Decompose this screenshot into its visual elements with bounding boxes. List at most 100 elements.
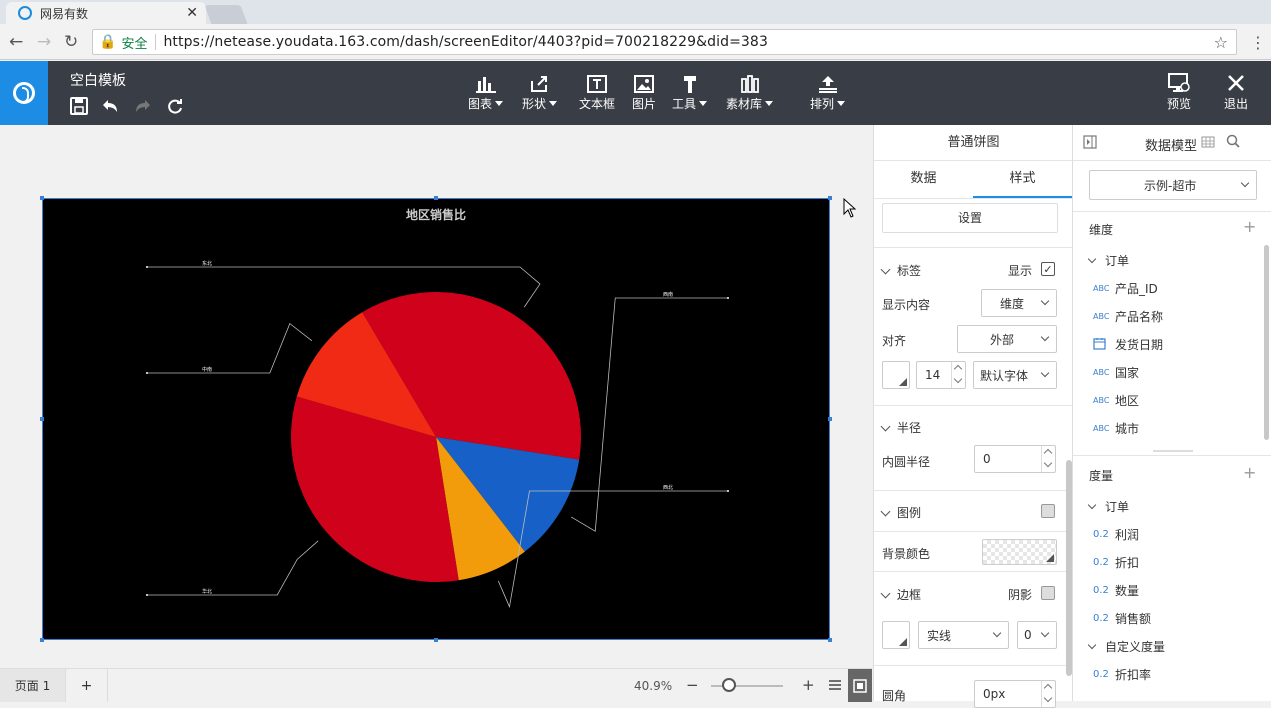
settings-button[interactable]: 设置 [882,203,1058,233]
tool-image[interactable]: 图片 [632,71,656,112]
tool-tools[interactable]: 工具 [672,71,708,112]
legend-section-header[interactable]: 图例 [880,504,921,521]
label-section-header[interactable]: 标签 [880,262,921,279]
custom-measure-group[interactable]: 自定义度量 [1087,638,1166,655]
radius-section-title: 半径 [897,421,922,435]
swatch-corner [1046,554,1054,562]
show-label-checkbox[interactable]: ✓ [1041,262,1055,276]
add-measure-icon[interactable]: + [1243,463,1256,482]
stepper-icon[interactable] [951,362,965,388]
tool-shape-label: 形状 [522,97,547,111]
leader-dot [146,594,148,596]
field-item[interactable]: ABC 地区 [1093,392,1139,409]
save-icon[interactable] [70,97,88,119]
bookmark-star-icon[interactable]: ☆ [1214,33,1228,52]
url-divider [155,34,157,50]
field-item[interactable]: ABC 国家 [1093,364,1139,381]
fit-width-icon[interactable] [828,678,842,695]
display-content-select[interactable]: 维度 [981,289,1057,317]
tool-library[interactable]: 素材库 [726,71,774,112]
browser-tab[interactable]: 网易有数 ✕ [6,2,206,24]
resize-grip[interactable] [1153,450,1193,452]
tab-style[interactable]: 样式 [973,162,1072,198]
dimension-group-orders[interactable]: 订单 [1087,252,1129,269]
shadow-checkbox[interactable] [1041,586,1055,600]
field-item[interactable]: 0.2 折扣 [1093,554,1139,571]
exit-button[interactable]: 退出 [1224,71,1248,112]
preview-button[interactable]: 预览 [1167,71,1191,112]
bg-color-swatch[interactable] [982,539,1057,565]
divider [874,490,1073,491]
page-tab[interactable]: 页面 1 [0,669,66,702]
back-icon[interactable]: ← [9,32,23,52]
stepper-icon[interactable] [1041,446,1055,472]
search-icon[interactable] [1226,134,1240,152]
chevron-down-icon [1087,640,1097,650]
pie-chart-svg: 地区销售比 东北西南西北华北 中南 [146,207,729,609]
border-section-header[interactable]: 边框 [880,586,921,603]
mouse-cursor-icon [843,197,857,222]
border-color-swatch[interactable] [882,621,910,649]
field-name: 城市 [1115,422,1140,436]
custom-group-label: 自定义度量 [1105,640,1166,654]
shadow-label: 阴影 [1008,588,1033,602]
slice-label: 东北 [202,260,212,267]
field-item[interactable]: 0.2 销售额 [1093,610,1151,627]
align-select[interactable]: 外部 [957,325,1057,353]
field-item[interactable]: 0.2 利润 [1093,526,1139,543]
chevron-down-icon [880,588,891,598]
app-logo[interactable] [0,61,48,125]
undo-icon[interactable] [100,97,120,119]
collapse-panel-icon[interactable] [1083,135,1097,153]
field-item[interactable]: ABC 产品_ID [1093,280,1158,297]
zoom-out-button[interactable]: − [686,676,699,694]
leader-dot [727,297,729,299]
zoom-slider-thumb[interactable] [722,678,736,692]
dataset-select[interactable]: 示例-超市 [1089,170,1257,200]
table-icon[interactable] [1201,136,1215,152]
reload-icon[interactable]: ↻ [64,32,78,52]
font-size-input[interactable]: 14 [916,361,966,389]
tool-arrange-label: 排列 [810,97,835,111]
field-item[interactable]: 0.2 折扣率 [1093,666,1151,683]
divider [874,531,1073,532]
legend-checkbox[interactable] [1041,504,1055,518]
refresh-icon[interactable] [166,97,184,119]
tool-arrange[interactable]: 排列 [810,71,846,112]
stepper-icon[interactable] [1041,681,1055,707]
border-style-select[interactable]: 实线 [918,621,1009,649]
forward-icon[interactable]: → [37,32,51,52]
add-dimension-icon[interactable]: + [1243,217,1256,236]
editor-toolbar: 空白模板 图表 形状 文本框 图片 工具 素材库 排列 预览 退出 [0,61,1271,125]
model-panel-scrollbar[interactable] [1264,245,1269,440]
font-family-select[interactable]: 默认字体 [973,361,1057,389]
border-width-select[interactable]: 0 [1017,621,1057,649]
redo-icon[interactable] [133,97,153,119]
font-color-swatch[interactable] [882,361,910,389]
field-item[interactable]: 0.2 数量 [1093,582,1139,599]
template-name[interactable]: 空白模板 [70,70,126,90]
new-tab-button[interactable] [204,5,248,24]
tool-textbox[interactable]: 文本框 [579,71,615,112]
tool-chart[interactable]: 图表 [468,71,504,112]
measure-group-orders[interactable]: 订单 [1087,498,1129,515]
field-item[interactable]: 发货日期 [1093,336,1163,353]
url-field[interactable]: 🔒 安全 https://netease.youdata.163.com/das… [92,29,1237,55]
field-item[interactable]: ABC 产品名称 [1093,308,1163,325]
textbox-icon [586,71,608,93]
tab-data[interactable]: 数据 [874,162,973,198]
close-tab-icon[interactable]: ✕ [186,5,198,21]
radius-section-header[interactable]: 半径 [880,419,922,436]
field-item[interactable]: ABC 城市 [1093,420,1139,437]
zoom-in-button[interactable]: + [802,676,815,694]
browser-menu-icon[interactable]: ⋮ [1250,33,1266,52]
corner-input[interactable]: 0px [974,680,1056,708]
tool-textbox-label: 文本框 [579,97,616,111]
fit-screen-icon[interactable] [848,669,872,702]
add-page-button[interactable]: + [66,669,108,702]
inner-radius-input[interactable]: 0 [974,445,1056,473]
tool-shape[interactable]: 形状 [522,71,558,112]
leader-dot [146,372,148,374]
pie-chart-widget[interactable]: 地区销售比 东北 西南 西北 华北 中南 [40,196,832,642]
chevron-down-icon [765,101,774,106]
